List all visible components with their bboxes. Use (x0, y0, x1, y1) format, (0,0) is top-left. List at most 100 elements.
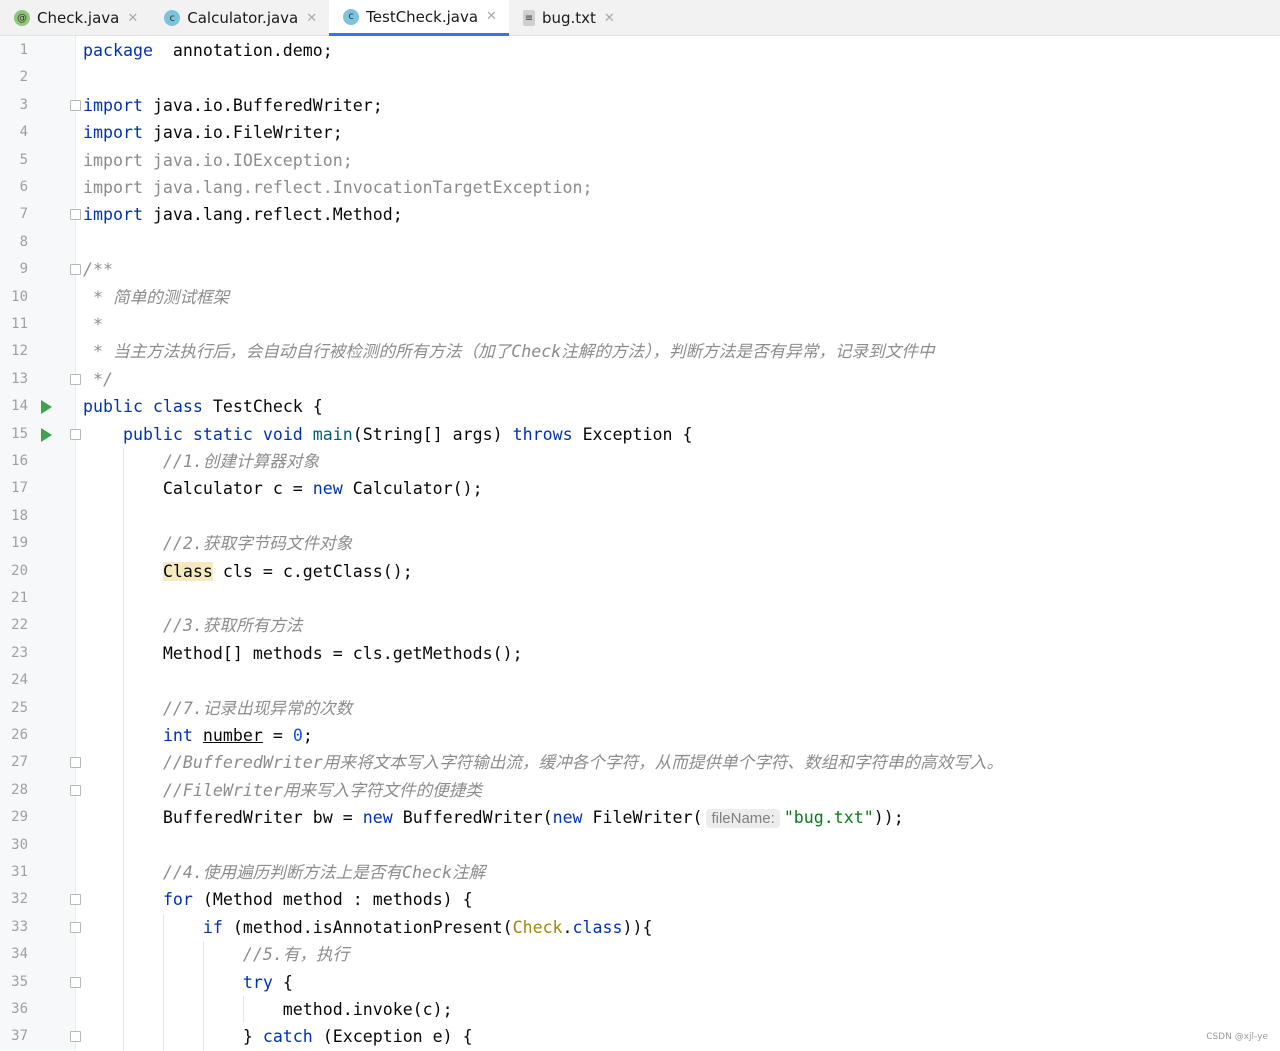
fold-icon[interactable] (70, 264, 81, 276)
line-number: 37 (11, 1028, 28, 1045)
indent-guide (123, 448, 124, 1051)
code-line: * 简单的测试框架 (83, 284, 229, 311)
code-token: BufferedWriter bw = (83, 808, 363, 828)
code-token: //7.记录出现异常的次数 (162, 698, 353, 718)
line-number: 36 (11, 1001, 28, 1017)
code-token: //5.有，执行 (242, 945, 350, 965)
code-token: Class (162, 561, 213, 581)
code-token: import (83, 205, 143, 225)
parameter-hint: fileName: (706, 809, 780, 829)
tab-label: Calculator.java (187, 9, 299, 27)
fold-icon[interactable] (70, 99, 81, 111)
line-number: 32 (11, 891, 28, 908)
runnable-class-icon: c (343, 8, 360, 25)
code-token: (Exception e) { (312, 1027, 473, 1047)
run-icon[interactable] (41, 427, 52, 442)
fold-icon[interactable] (70, 894, 81, 906)
code-line: //4.使用遍历判断方法上是否有Check注解 (83, 859, 485, 886)
code-token: * 简单的测试框架 (83, 287, 230, 307)
class-icon: c (164, 10, 181, 26)
line-number: 35 (11, 973, 28, 990)
fold-icon[interactable] (70, 209, 81, 221)
code-token: = (262, 726, 293, 745)
code-line: for (Method method : methods) { (83, 886, 473, 913)
code-token: "bug.txt" (783, 808, 874, 828)
code-line: } catch (Exception e) { (83, 1023, 473, 1050)
code-token: * (83, 315, 103, 334)
line-number: 1 (19, 42, 28, 58)
line-number: 31 (11, 864, 28, 880)
code-token: Exception { (572, 424, 693, 444)
fold-icon[interactable] (70, 757, 81, 769)
code-token: try (242, 972, 273, 992)
code-line: import java.io.FileWriter; (83, 119, 343, 146)
fold-icon[interactable] (70, 428, 81, 440)
code-token: . (562, 917, 573, 937)
indent-guide (243, 996, 244, 1024)
code-token: FileWriter( (582, 808, 703, 828)
code-token: number (202, 726, 263, 745)
line-number: 20 (11, 562, 28, 579)
code-line: public class TestCheck { (83, 393, 323, 420)
code-token: 0 (292, 726, 303, 745)
line-number: 6 (19, 179, 28, 195)
line-number: 27 (11, 754, 28, 771)
run-icon[interactable] (41, 400, 52, 415)
line-number: 30 (11, 836, 28, 853)
fold-icon[interactable] (70, 976, 81, 988)
code-line: import java.lang.reflect.InvocationTarge… (83, 174, 593, 201)
line-number: 26 (11, 727, 28, 743)
tab-testcheck-java[interactable]: c TestCheck.java ✕ (329, 0, 509, 36)
line-number: 13 (11, 370, 28, 387)
code-token: package (83, 41, 153, 60)
line-number: 3 (19, 96, 28, 113)
code-token: int (162, 726, 193, 745)
line-number: 22 (11, 617, 28, 634)
code-line: BufferedWriter bw = new BufferedWriter(n… (83, 804, 904, 831)
line-number: 18 (11, 507, 28, 524)
line-number: 16 (11, 453, 28, 469)
code-token: (method.isAnnotationPresent( (222, 917, 513, 937)
tab-calculator-java[interactable]: c Calculator.java ✕ (150, 0, 329, 36)
line-number: 11 (11, 316, 28, 332)
line-number: 24 (11, 672, 28, 689)
tab-label: Check.java (37, 9, 120, 27)
fold-icon[interactable] (70, 921, 81, 933)
line-number: 10 (11, 288, 28, 305)
line-number: 4 (19, 124, 28, 141)
code-token: import (83, 95, 143, 115)
code-line: */ (83, 366, 113, 393)
line-number: 2 (19, 69, 28, 86)
code-token: main (312, 424, 353, 444)
code-line: int number = 0; (83, 722, 313, 749)
code-token: java.io.FileWriter; (142, 123, 343, 143)
code-token: { (642, 917, 653, 937)
line-number: 5 (19, 151, 28, 168)
close-icon[interactable]: ✕ (306, 11, 317, 26)
fold-icon[interactable] (70, 373, 81, 385)
code-token: Check (512, 917, 563, 937)
close-icon[interactable]: ✕ (604, 11, 615, 26)
fold-icon[interactable] (70, 784, 81, 796)
code-line: Class cls = c.getClass(); (83, 558, 413, 585)
close-icon[interactable]: ✕ (486, 9, 497, 24)
text-file-icon: ≡ (522, 10, 535, 26)
tab-check-java[interactable]: @ Check.java ✕ (0, 0, 150, 36)
indent-guide (163, 913, 164, 1051)
line-number: 21 (11, 590, 28, 606)
code-token: java.lang.reflect.Method; (142, 205, 403, 225)
code-token: throws (512, 424, 573, 444)
line-number: 8 (19, 233, 28, 250)
code-token: for (162, 890, 193, 910)
code-token: //1.创建计算器对象 (162, 452, 320, 471)
fold-icon[interactable] (70, 1031, 81, 1043)
line-number: 17 (11, 480, 28, 497)
code-token: import java.io.IOException; (83, 150, 353, 170)
line-number: 15 (11, 425, 28, 442)
code-line: Method[] methods = cls.getMethods(); (83, 640, 523, 667)
code-token: Method[] methods = cls.getMethods(); (83, 643, 523, 663)
close-icon[interactable]: ✕ (127, 11, 138, 26)
tab-bug-txt[interactable]: ≡ bug.txt ✕ (509, 0, 627, 36)
